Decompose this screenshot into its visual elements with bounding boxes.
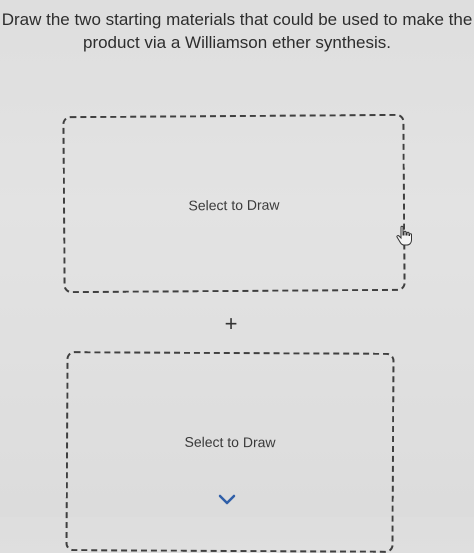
drawing-area-2[interactable]: Select to Draw: [65, 351, 395, 553]
question-line-1: Draw the two starting materials that cou…: [1, 10, 473, 29]
select-to-draw-label-2: Select to Draw: [184, 433, 276, 451]
chevron-down-icon[interactable]: [218, 494, 236, 506]
drawing-area-1[interactable]: Select to Draw: [62, 113, 406, 294]
plus-separator: +: [224, 311, 238, 336]
select-to-draw-label-1: Select to Draw: [188, 196, 280, 214]
question-line-2: product via a Williamson ether synthesis…: [82, 33, 392, 52]
question-prompt: Draw the two starting materials that cou…: [0, 8, 474, 54]
hand-pointer-icon: [396, 225, 412, 246]
